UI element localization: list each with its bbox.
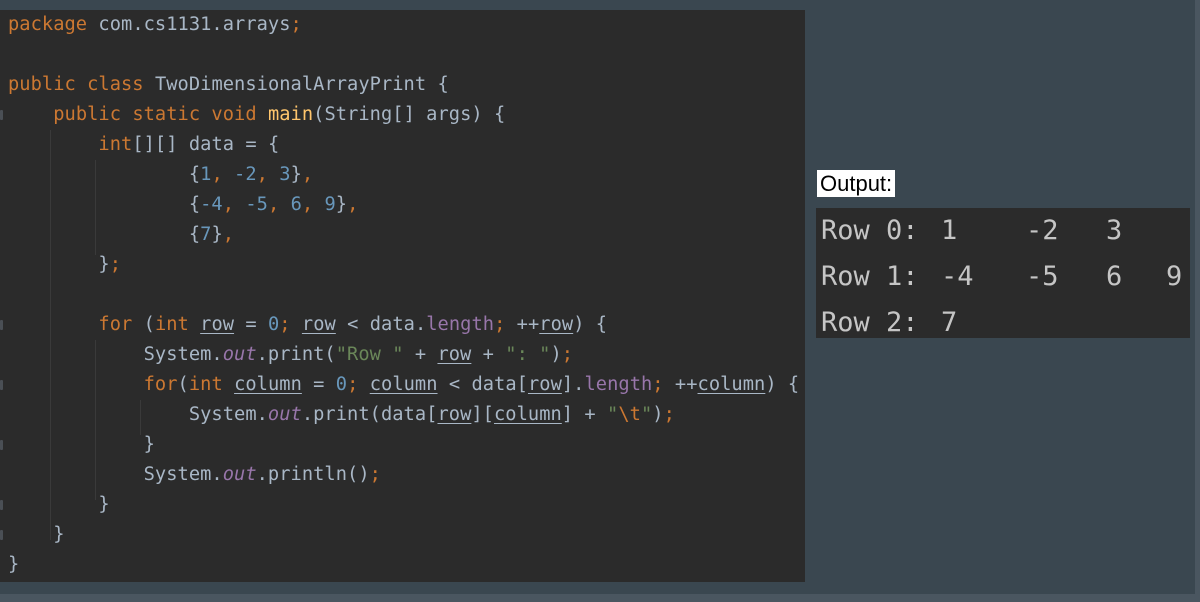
string-literal: ": [607, 404, 619, 425]
code-line-inner-for: for(int column = 0; column < data[row].l…: [143, 374, 800, 395]
fold-marker[interactable]: [0, 380, 3, 390]
string-literal: "Row ": [335, 344, 404, 365]
right-border: [1195, 0, 1200, 602]
column-var: column: [369, 374, 438, 395]
package-name: com.cs1131.arrays: [98, 14, 291, 35]
array-value: 7: [200, 224, 212, 245]
output-row: Row 1: -4 -5 6 9: [821, 254, 1191, 300]
column-var: column: [697, 374, 766, 395]
output-row: Row 0: 1 -2 3: [821, 208, 1191, 254]
fold-marker[interactable]: [0, 440, 3, 450]
keyword-package: package: [8, 14, 88, 35]
fold-marker[interactable]: [0, 110, 3, 120]
code-line-print-cell: System.out.print(data[row][column] + "\t…: [8, 404, 675, 425]
code-editor[interactable]: package com.cs1131.arrays; public class …: [0, 10, 805, 582]
zero-literal: 0: [267, 314, 280, 335]
output-row-prefix: Row 0:: [821, 215, 919, 246]
code-line-println: System.out.println();: [8, 464, 381, 485]
output-row: Row 2: 7: [821, 300, 1191, 346]
array-value: -4: [200, 194, 223, 215]
row-var: row: [527, 374, 562, 395]
row-var: row: [539, 314, 574, 335]
output-value: 1: [941, 215, 958, 246]
code-line-main-close: }: [8, 524, 65, 545]
zero-literal: 0: [335, 374, 348, 395]
output-value: -2: [1026, 215, 1059, 246]
row-var: row: [437, 404, 472, 425]
array-value: -2: [234, 164, 257, 185]
code-line-array-close: };: [8, 254, 122, 275]
output-label: Output:: [817, 170, 896, 197]
bottom-border: [0, 594, 1200, 602]
array-value: -5: [245, 194, 268, 215]
data-var: data: [380, 404, 427, 425]
code-line-class-decl: public class TwoDimensionalArrayPrint {: [8, 74, 449, 95]
code-line-array-row-2: {7},: [8, 224, 235, 245]
fold-marker[interactable]: [0, 500, 3, 510]
fold-marker[interactable]: [0, 530, 3, 540]
array-value: 3: [279, 164, 291, 185]
code-line-array-row-1: {-4, -5, 6, 9},: [8, 194, 359, 215]
output-value: 6: [1106, 261, 1123, 292]
code-line-outer-for: for (int row = 0; row < data.length; ++r…: [98, 314, 608, 335]
code-line-main-decl: public static void main(String[] args) {: [53, 104, 506, 125]
data-var: data: [188, 134, 235, 155]
escape-sequence: \t: [618, 404, 641, 425]
code-line-data-decl: int[][] data = {: [98, 134, 280, 155]
console-output: Row 0: 1 -2 3 Row 1: -4 -5 6 9 Row 2: 7: [816, 208, 1190, 338]
fold-marker[interactable]: [0, 320, 3, 330]
array-value: 1: [200, 164, 212, 185]
method-name: main: [267, 104, 314, 125]
array-value: 9: [324, 194, 336, 215]
row-var: row: [200, 314, 235, 335]
output-row-prefix: Row 2:: [821, 307, 919, 338]
code-line-print-row: System.out.print("Row " + row + ": ");: [8, 344, 574, 365]
row-var: row: [437, 344, 472, 365]
output-row-prefix: Row 1:: [821, 261, 919, 292]
column-var: column: [493, 404, 562, 425]
data-var: data: [471, 374, 517, 395]
output-value: 7: [941, 307, 958, 338]
code-line-package: package com.cs1131.arrays;: [8, 14, 302, 35]
code-line-inner-close: }: [8, 434, 155, 455]
code-line-array-row-0: {1, -2, 3},: [8, 164, 314, 185]
class-name: TwoDimensionalArrayPrint: [154, 74, 427, 95]
output-value: -4: [941, 261, 974, 292]
code-line-outer-close: }: [8, 494, 110, 515]
row-var: row: [301, 314, 336, 335]
output-value: -5: [1026, 261, 1059, 292]
array-value: 6: [290, 194, 302, 215]
string-literal: ": ": [505, 344, 551, 365]
code-line-class-close: }: [8, 554, 20, 575]
string-literal: ": [640, 404, 653, 425]
data-var: data: [369, 314, 415, 335]
column-var: column: [234, 374, 302, 395]
output-value: 9: [1166, 261, 1183, 292]
output-value: 3: [1106, 215, 1123, 246]
